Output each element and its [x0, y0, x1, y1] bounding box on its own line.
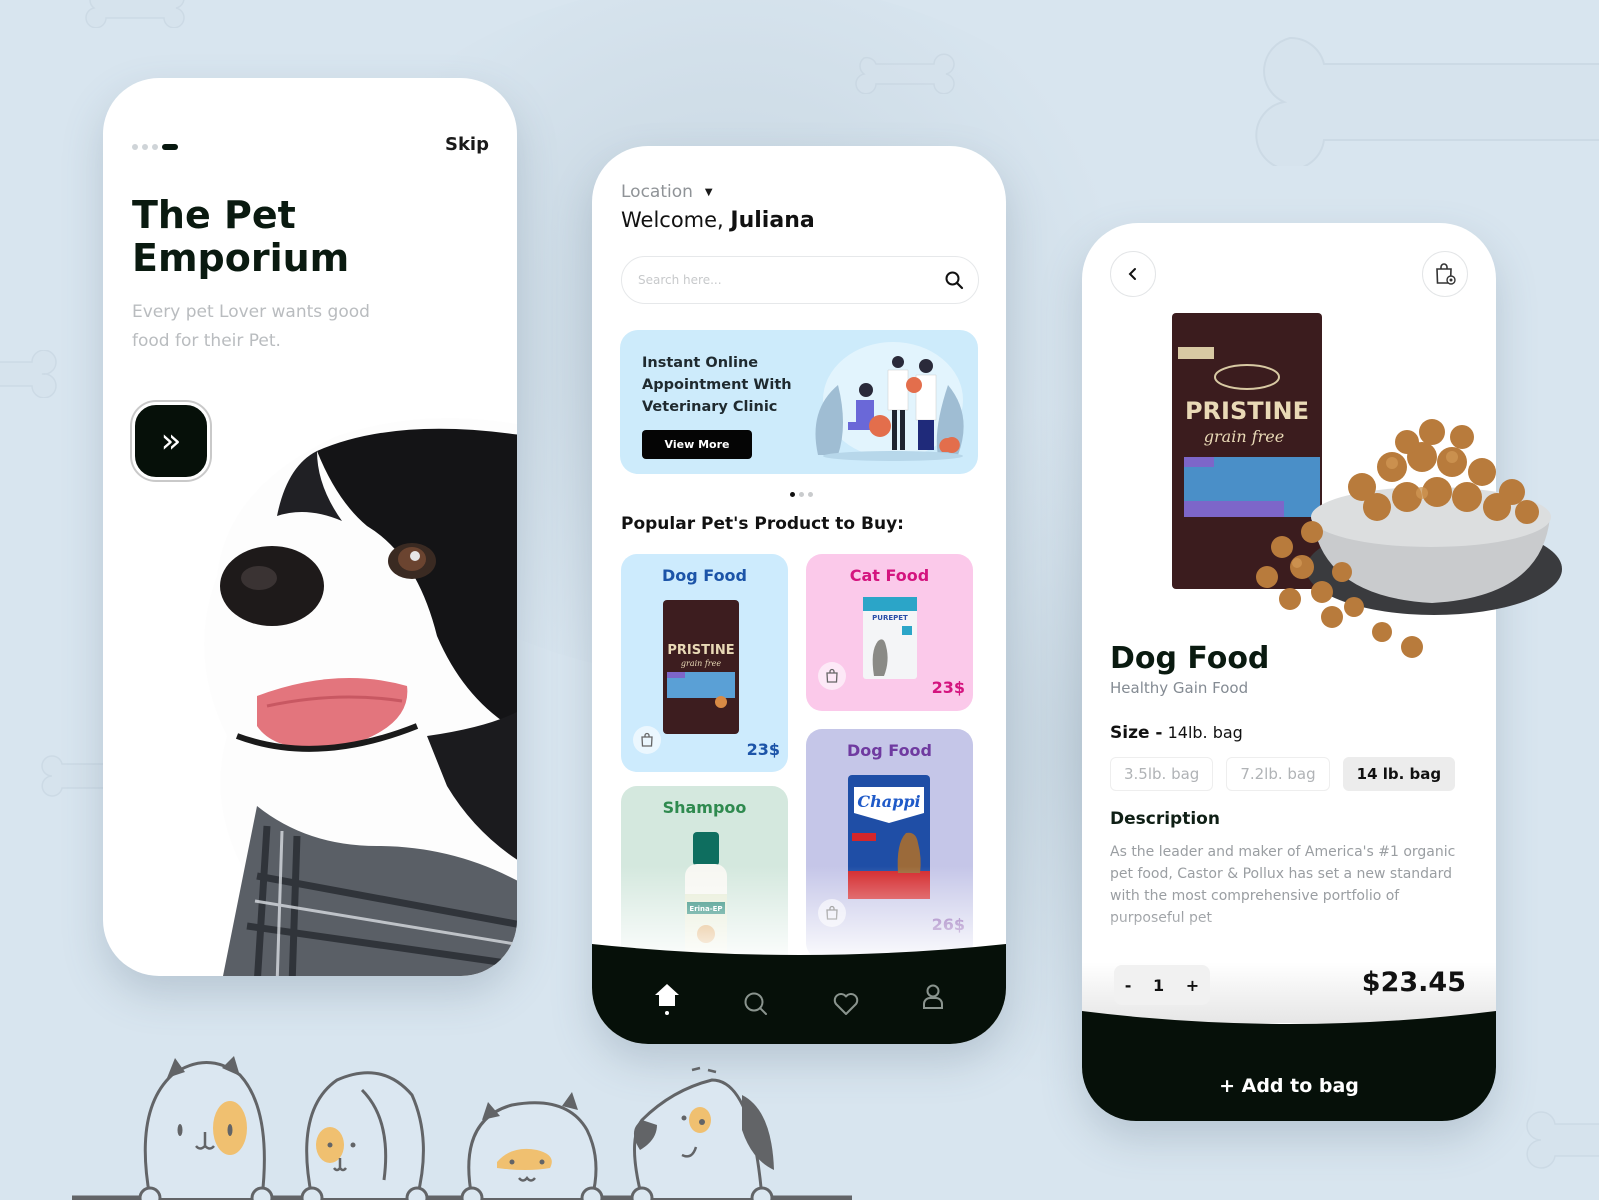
- view-more-button[interactable]: View More: [642, 430, 752, 459]
- onboarding-subtitle: Every pet Lover wants good food for thei…: [132, 302, 370, 351]
- location-label: Location: [621, 182, 693, 202]
- user-name: Juliana: [730, 208, 815, 233]
- section-title: Popular Pet's Product to Buy:: [621, 514, 904, 534]
- veterinary-illustration: [815, 342, 964, 461]
- banner-pager: [790, 492, 813, 497]
- search-icon: [744, 992, 768, 1015]
- pristine-bag-image: PRISTINE grain free: [663, 600, 739, 734]
- product-subtitle: Healthy Gain Food: [1110, 679, 1249, 697]
- size-label-text: Size -: [1110, 723, 1163, 743]
- bag-subbrand: grain free: [1204, 427, 1284, 446]
- bag-brand: PRISTINE: [1185, 397, 1309, 425]
- home-screen: Location ▼ Welcome, Juliana Instant Onli…: [592, 146, 1006, 1044]
- active-indicator: [664, 1011, 669, 1015]
- search-input[interactable]: [638, 273, 918, 287]
- product-card[interactable]: Cat Food PUREPET 23$: [806, 554, 973, 711]
- location-selector[interactable]: Location ▼: [621, 182, 713, 202]
- bag-brand: Chappi: [857, 792, 920, 811]
- size-option[interactable]: 7.2lb. bag: [1226, 757, 1330, 791]
- product-price: 23$: [931, 678, 965, 697]
- bone-decoration-icon: [1255, 36, 1599, 166]
- add-to-bag-button[interactable]: + Add to bag: [1082, 1011, 1496, 1121]
- size-label: Size - 14lb. bag: [1110, 723, 1243, 743]
- bone-decoration-icon: [1526, 1111, 1599, 1169]
- pager-dot-active: [162, 144, 178, 150]
- nav-favorites[interactable]: [833, 992, 859, 1020]
- bottom-nav: [592, 944, 1006, 1044]
- onboarding-title: The Pet Emporium: [132, 193, 350, 280]
- product-category: Dog Food: [661, 566, 747, 585]
- nav-search[interactable]: [743, 991, 769, 1021]
- onboarding-pager: [132, 144, 178, 150]
- quantity-value: 1: [1153, 975, 1165, 995]
- product-category: Dog Food: [846, 741, 932, 760]
- pager-dot: [152, 144, 158, 150]
- size-options: 3.5lb. bag 7.2lb. bag 14 lb. bag: [1110, 757, 1456, 791]
- onboarding-screen: Skip The Pet Emporium Every pet Lover wa…: [103, 78, 517, 976]
- description-heading: Description: [1110, 809, 1220, 829]
- home-icon: [654, 984, 679, 1006]
- purepet-bag-image: PUREPET: [863, 597, 917, 679]
- size-value: 14lb. bag: [1167, 723, 1243, 742]
- product-detail-screen: PRISTINE grain free Dog Food Healthy Gai…: [1082, 223, 1562, 1121]
- bone-decoration-icon: [41, 755, 110, 797]
- pager-dot[interactable]: [799, 492, 804, 497]
- bone-decoration-icon: [855, 53, 955, 94]
- product-card[interactable]: Dog Food PRISTINE grain free 23$: [621, 554, 788, 772]
- welcome-text: Welcome, Juliana: [621, 208, 815, 233]
- pager-dot: [142, 144, 148, 150]
- skip-button[interactable]: Skip: [445, 134, 489, 155]
- pager-dot-active[interactable]: [790, 492, 795, 497]
- search-icon[interactable]: [944, 270, 964, 290]
- scroll-fade: [592, 866, 1006, 956]
- nav-profile[interactable]: [922, 984, 944, 1014]
- quantity-stepper: - 1 +: [1114, 965, 1210, 1005]
- user-icon: [923, 984, 944, 1009]
- vet-appointment-banner[interactable]: Instant Online Appointment With Veterina…: [620, 330, 978, 474]
- bag-brand: PUREPET: [872, 614, 908, 622]
- cartoon-pets-illustration: [72, 1056, 852, 1200]
- nav-home[interactable]: [654, 983, 680, 1015]
- size-option[interactable]: 3.5lb. bag: [1110, 757, 1214, 791]
- product-price: 23$: [746, 740, 780, 759]
- product-category: Shampoo: [662, 798, 747, 817]
- caret-down-icon: ▼: [704, 186, 713, 198]
- add-to-bag-button[interactable]: [633, 726, 661, 754]
- heart-icon: [833, 993, 858, 1015]
- add-to-bag-button[interactable]: [818, 662, 846, 690]
- shopping-bag-icon: [826, 668, 838, 683]
- product-name: Dog Food: [1110, 641, 1270, 676]
- product-category: Cat Food: [849, 566, 930, 585]
- welcome-prefix: Welcome,: [621, 208, 724, 232]
- increment-button[interactable]: +: [1186, 976, 1199, 995]
- banner-title: Instant Online Appointment With Veterina…: [642, 355, 792, 415]
- product-image: PRISTINE grain free: [1172, 313, 1562, 658]
- next-button[interactable]: »: [132, 402, 210, 480]
- bone-decoration-icon: [0, 350, 57, 398]
- decrement-button[interactable]: -: [1125, 976, 1132, 995]
- shopping-bag-icon: [641, 732, 653, 747]
- bone-decoration-icon: [85, 0, 185, 28]
- bag-brand: PRISTINE: [667, 643, 734, 658]
- add-to-bag-background: [1082, 1011, 1496, 1121]
- chevron-left-icon: [1128, 268, 1136, 280]
- pager-dot: [132, 144, 138, 150]
- svg-text:grain free: grain free: [681, 659, 721, 668]
- back-button[interactable]: [1110, 251, 1156, 297]
- size-option-selected[interactable]: 14 lb. bag: [1342, 757, 1456, 791]
- add-to-bag-label: + Add to bag: [1219, 1075, 1359, 1097]
- double-chevron-right-icon: »: [160, 421, 182, 461]
- search-bar: [621, 256, 979, 304]
- cart-button[interactable]: [1422, 251, 1468, 297]
- dog-photo: [204, 418, 517, 976]
- shopping-bag-add-icon: [1436, 263, 1456, 285]
- product-price: $23.45: [1361, 967, 1466, 998]
- pager-dot[interactable]: [808, 492, 813, 497]
